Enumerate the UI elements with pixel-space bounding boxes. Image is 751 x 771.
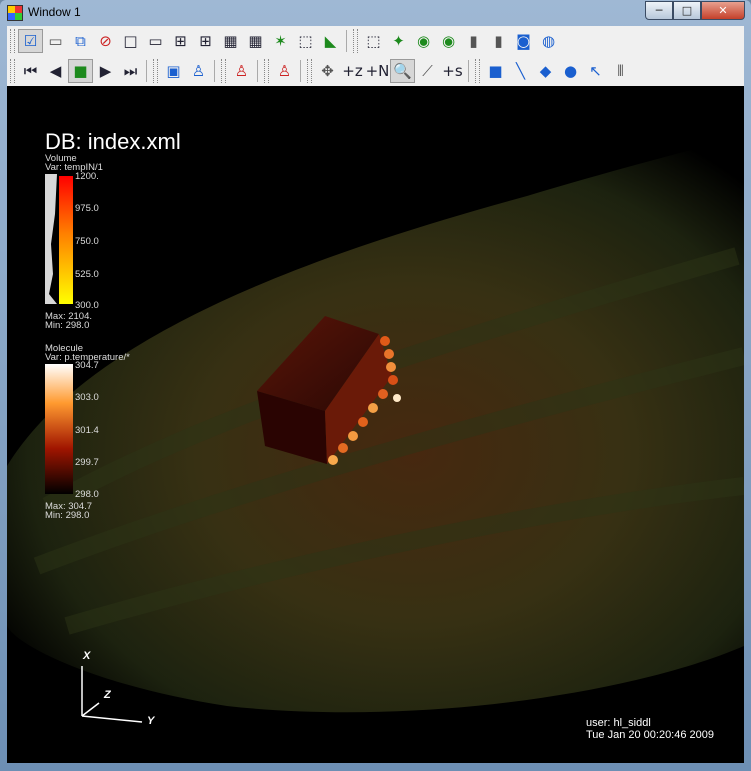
toolbar-separator [146,60,147,82]
toolbar-grip[interactable] [153,59,158,83]
volume-tick-5: 300.0 [75,300,99,311]
stop-icon[interactable]: ■ [68,59,93,83]
lock-view-icon[interactable]: ◣ [318,29,343,53]
save-view-icon[interactable]: ▮ [461,29,486,53]
add-sample-icon[interactable]: +s [440,59,465,83]
database-label: DB: index.xml [45,129,181,154]
select-icon[interactable]: ☑ [18,29,43,53]
toolbar-separator [300,60,301,82]
app-window: Window 1 ─ □ ✕ ☑ ▭ ⧉ ⊘ □ ▭ ⊞ ⊞ ▦ ▦ ✶ ⬚ ◣ ⬚ ✦ ◉ ◉ ▮ ▮ ◙ ◍ ⏮ ◀ ■… [0,0,751,771]
undo-view-icon[interactable]: ◉ [436,29,461,53]
maximize-button[interactable]: □ [673,1,701,20]
toolbar-grip[interactable] [264,59,269,83]
reset-view-icon[interactable]: ✦ [386,29,411,53]
user-name: user: hl_siddl [585,717,651,729]
molecule-tick-4: 299.7 [75,457,99,468]
toolbar-grip[interactable] [307,59,312,83]
toolbar-grip[interactable] [353,29,358,53]
next-frame-icon[interactable]: ⏭ [118,59,143,83]
navigate-icon[interactable]: ✥ [315,59,340,83]
curve-icon[interactable]: ⟋ [415,59,440,83]
line-tool-icon[interactable]: ╲ [508,59,533,83]
layout-3x3-icon[interactable]: ▦ [243,29,268,53]
first-frame-icon[interactable]: ⏮ [18,59,43,83]
sphere-tool-icon[interactable]: ● [558,59,583,83]
app-icon [7,5,23,21]
render-viewport[interactable]: DB: index.xml Volume Var: tempIN/1 1200.… [7,86,744,763]
pick-time-icon[interactable]: ♙ [229,59,254,83]
toolbar-grip[interactable] [10,59,15,83]
view-box-icon[interactable]: ⬚ [293,29,318,53]
axis-tool-icon[interactable]: ⫴ [608,59,633,83]
molecule-tick-2: 303.0 [75,392,99,403]
minimize-button[interactable]: ─ [645,1,673,20]
user-info: user: hl_siddl Tue Jan 20 00:20:46 2009 [586,717,714,741]
add-node-icon[interactable]: +N [365,59,390,83]
layout-1x2-icon[interactable]: ▭ [143,29,168,53]
previous-frame-icon[interactable]: ◀ [43,59,68,83]
molecule-colorbar [45,364,73,494]
toolbar-grip[interactable] [475,59,480,83]
copy-window-icon[interactable]: ⧉ [68,29,93,53]
volume-colorbar [45,174,73,304]
axis-y-label: Y [147,715,155,727]
close-button[interactable]: ✕ [701,1,745,20]
layout-1x1-icon[interactable]: □ [118,29,143,53]
toolbar-separator [257,60,258,82]
window-title: Window 1 [28,5,81,19]
plane-tool-icon[interactable]: ◆ [533,59,558,83]
zoom-icon[interactable]: 🔍 [390,59,415,83]
timestamp: Tue Jan 20 00:20:46 2009 [585,729,714,741]
axis-x-label: X [83,650,91,662]
toolbar-bottom: ⏮ ◀ ■ ▶ ⏭ ▣ ♙ ♙ ♙ ✥ +z +N 🔍 ⟋ +s ■ ╲ ◆ ● ↖ ⫴ [7,56,744,86]
toolbar-grip[interactable] [10,29,15,53]
volume-surface [7,136,744,713]
animation-icon[interactable]: ▣ [161,59,186,83]
add-zone-icon[interactable]: +z [340,59,365,83]
volume-tick-1: 1200. [75,171,99,182]
volume-tick-2: 975.0 [75,203,99,214]
camera-icon[interactable]: ◙ [511,29,536,53]
toolbar-separator [346,30,347,52]
recenter-icon[interactable]: ◉ [411,29,436,53]
molecule-tick-3: 301.4 [75,425,99,436]
clear-window-icon[interactable]: ⊘ [93,29,118,53]
volume-tick-3: 750.0 [75,236,99,247]
toolbar-grip[interactable] [221,59,226,83]
spin-icon[interactable]: ✶ [268,29,293,53]
play-icon[interactable]: ▶ [93,59,118,83]
point-tool-icon[interactable]: ↖ [583,59,608,83]
layout-2x2-icon[interactable]: ⊞ [168,29,193,53]
molecule-tick-1: 304.7 [75,360,99,371]
toolbar-separator [468,60,469,82]
axis-z-label: Z [104,689,111,701]
pick-icon[interactable]: ♙ [186,59,211,83]
layout-3x2-icon[interactable]: ▦ [218,29,243,53]
molecule-tick-5: 298.0 [75,489,99,500]
volume-legend-min: Min: 298.0 [45,320,90,331]
box-tool-icon[interactable]: ■ [483,59,508,83]
lineout-icon[interactable]: ♙ [272,59,297,83]
volume-tick-4: 525.0 [75,269,99,280]
molecule-legend-min: Min: 298.0 [45,510,90,521]
toolbar-top: ☑ ▭ ⧉ ⊘ □ ▭ ⊞ ⊞ ▦ ▦ ✶ ⬚ ◣ ⬚ ✦ ◉ ◉ ▮ ▮ ◙ ◍ [7,26,744,56]
choose-view-icon[interactable]: ▮ [486,29,511,53]
perspective-icon[interactable]: ⬚ [361,29,386,53]
title-bar[interactable]: Window 1 ─ □ ✕ [0,0,751,24]
layout-2x3-icon[interactable]: ⊞ [193,29,218,53]
new-window-icon[interactable]: ▭ [43,29,68,53]
client-area: ☑ ▭ ⧉ ⊘ □ ▭ ⊞ ⊞ ▦ ▦ ✶ ⬚ ◣ ⬚ ✦ ◉ ◉ ▮ ▮ ◙ ◍ ⏮ ◀ ■ ▶ ⏭ ▣ ♙ ♙ ♙ ✥ +z +N 🔍 ⟋ +s… [7,26,744,763]
window-controls: ─ □ ✕ [645,1,745,20]
toolbar-separator [214,60,215,82]
globe-icon[interactable]: ◍ [536,29,561,53]
